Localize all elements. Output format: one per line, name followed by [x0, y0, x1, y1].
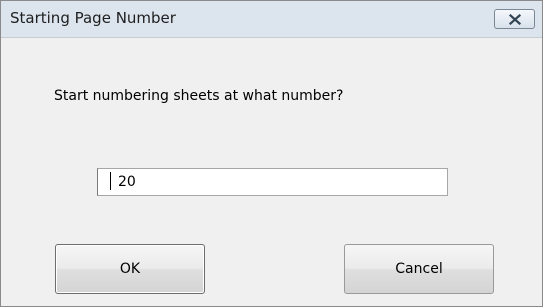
- cancel-button[interactable]: Cancel: [344, 244, 494, 294]
- dialog-title: Starting Page Number: [10, 9, 176, 27]
- prompt-label: Start numbering sheets at what number?: [54, 88, 344, 104]
- start-number-input[interactable]: [97, 168, 448, 196]
- close-button[interactable]: [494, 9, 535, 29]
- starting-page-number-dialog: Starting Page Number Start numbering she…: [0, 0, 543, 307]
- ok-button[interactable]: OK: [55, 244, 205, 294]
- text-caret: [110, 172, 111, 190]
- title-bar: Starting Page Number: [1, 1, 542, 38]
- close-icon: [509, 14, 521, 25]
